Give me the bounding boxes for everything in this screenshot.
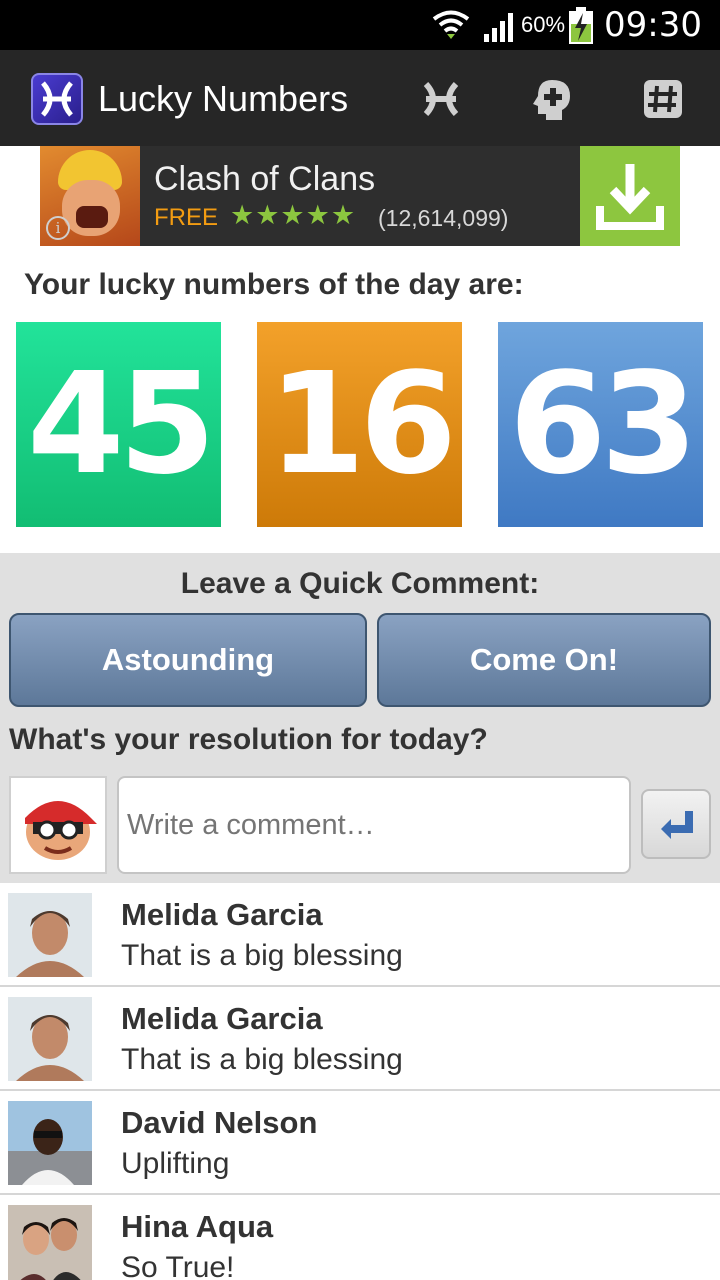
hash-icon[interactable]: [640, 76, 686, 122]
comment-text: That is a big blessing: [121, 939, 403, 972]
lucky-number-1: 45: [16, 322, 221, 527]
battery-percent: 60%: [521, 12, 566, 37]
download-icon: [596, 164, 664, 230]
avatar: [9, 776, 107, 874]
ad-app-icon: i: [40, 146, 140, 246]
enter-arrow-icon: [661, 811, 693, 839]
comment-author: David Nelson: [121, 1105, 318, 1140]
ad-title: Clash of Clans: [154, 160, 376, 198]
comment-text: So True!: [121, 1251, 235, 1280]
user-avatar-icon: [25, 801, 97, 860]
comment-item[interactable]: Hina Aqua So True!: [0, 1195, 720, 1280]
avatar: [8, 1205, 92, 1280]
lucky-numbers-heading: Your lucky numbers of the day are:: [24, 268, 524, 301]
ad-price: FREE: [154, 204, 219, 231]
quick-comment-heading: Leave a Quick Comment:: [180, 567, 540, 600]
comment-author: Melida Garcia: [121, 897, 323, 932]
avatar: [8, 1101, 92, 1185]
lucky-number-3: 63: [498, 322, 703, 527]
pisces-icon[interactable]: [418, 76, 464, 122]
astounding-button[interactable]: Astounding: [9, 613, 367, 707]
pisces-icon: [41, 81, 73, 117]
send-button[interactable]: [641, 789, 711, 859]
comment-item[interactable]: Melida Garcia That is a big blessing: [0, 987, 720, 1091]
resolution-heading: What's your resolution for today?: [9, 723, 488, 756]
avatar: [8, 893, 92, 977]
app-logo[interactable]: [31, 73, 83, 125]
lucky-number-2: 16: [257, 322, 462, 527]
avatar: [8, 997, 92, 1081]
info-icon[interactable]: i: [46, 216, 70, 240]
comment-area: Leave a Quick Comment: Astounding Come O…: [0, 553, 720, 883]
comment-author: Hina Aqua: [121, 1209, 274, 1244]
action-bar: Lucky Numbers: [0, 50, 720, 146]
comment-item[interactable]: Melida Garcia That is a big blessing: [0, 883, 720, 987]
signal-icon: [484, 13, 513, 42]
comment-author: Melida Garcia: [121, 1001, 323, 1036]
download-button[interactable]: [580, 146, 680, 246]
wifi-icon: [432, 10, 470, 39]
head-plus-icon[interactable]: [528, 76, 574, 122]
come-on-button[interactable]: Come On!: [377, 613, 711, 707]
comment-item[interactable]: David Nelson Uplifting: [0, 1091, 720, 1195]
comment-text: Uplifting: [121, 1147, 230, 1180]
app-title: Lucky Numbers: [98, 78, 349, 119]
ad-banner[interactable]: i Clash of Clans FREE ★★★★★ (12,614,099): [40, 146, 680, 246]
battery-charging-icon: [569, 7, 593, 44]
clock: 09:30: [604, 5, 702, 45]
status-bar: 60% 09:30: [0, 0, 720, 50]
comment-input[interactable]: [117, 776, 631, 874]
ad-review-count: (12,614,099): [378, 205, 509, 231]
ad-rating-stars: ★★★★★: [230, 200, 357, 230]
comment-text: That is a big blessing: [121, 1043, 403, 1076]
